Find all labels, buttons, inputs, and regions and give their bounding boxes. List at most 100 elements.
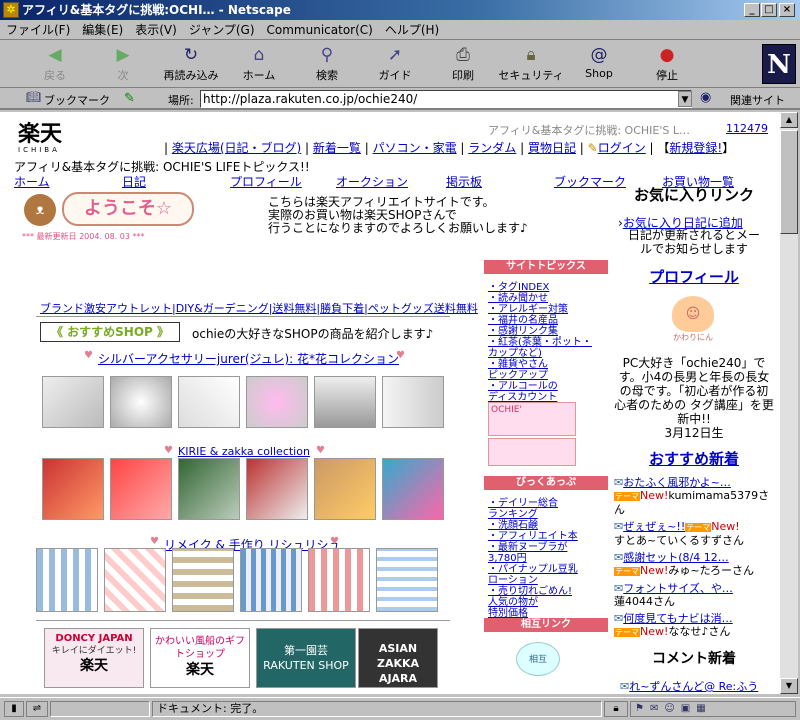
intro-text: こちらは楽天アフィリエイトサイトです。 実際のお買い物は楽天SHOPさんで 行う… — [268, 195, 528, 235]
welcome-bubble: ようこそ☆ — [62, 192, 194, 226]
page-proxy-icon[interactable]: ✎ — [124, 91, 135, 106]
menu-go[interactable]: ジャンプ(G) — [183, 20, 261, 40]
product-thumbnail[interactable] — [376, 548, 438, 612]
tab-auction[interactable]: オークション — [336, 173, 408, 190]
banner-balloon-gift[interactable]: かわいい風船のギフトショップ 楽天 — [150, 628, 250, 688]
scroll-up-button[interactable]: ▲ — [780, 112, 798, 128]
close-button[interactable]: × — [779, 3, 795, 17]
heart-icon: ♥ — [150, 536, 159, 547]
product-thumbnail[interactable] — [42, 376, 104, 428]
product-thumbnail[interactable] — [246, 376, 308, 428]
section-kirie-zakka[interactable]: KIRIE & zakka collection — [178, 445, 310, 458]
guide-button[interactable]: ➚ ガイド — [362, 45, 428, 85]
heart-icon: ♥ — [330, 536, 339, 547]
ochie-banner[interactable]: OCHIE' — [488, 402, 576, 436]
back-button[interactable]: ◀ 戻る — [22, 45, 88, 85]
recommend-shop-badge: 《 おすすめSHOP 》 — [40, 322, 180, 342]
heart-icon: ♥ — [84, 350, 93, 361]
product-thumbnail[interactable] — [110, 376, 172, 428]
netscape-app-icon[interactable]: ✲ — [3, 2, 19, 18]
nav-rakuten-hiroba[interactable]: 楽天広場(日記・ブログ) — [172, 141, 301, 155]
product-thumbnail[interactable] — [178, 376, 240, 428]
access-counter[interactable]: 112479 — [726, 122, 768, 135]
status-text: ドキュメント: 完了。 — [152, 701, 602, 717]
product-thumbnail[interactable] — [172, 548, 234, 612]
menu-edit[interactable]: 編集(E) — [76, 20, 129, 40]
banner-asian-zakka[interactable]: ASIAN ZAKKA AJARA — [358, 628, 438, 688]
new-entry-list: ✉おたふく風邪かよ~… テーマNew!kumimama5379さん ✉ぜぇぜぇ~… — [614, 476, 780, 639]
nav-random[interactable]: ランダム — [468, 141, 516, 155]
location-label: 場所: — [168, 94, 194, 107]
product-thumbnail[interactable] — [308, 548, 370, 612]
bookmark-icon[interactable]: 📖︎ — [26, 90, 41, 104]
window-title: アフィリ&基本タグに挑戦:OCHI… - Netscape — [22, 3, 291, 17]
nav-new-list[interactable]: 新着一覧 — [313, 141, 361, 155]
menu-view[interactable]: 表示(V) — [129, 20, 183, 40]
security-status-icon[interactable]: 🔒︎ — [604, 701, 628, 717]
related-sites-button[interactable]: 関連サイト — [730, 92, 785, 108]
page-content: 楽天 ICHIBA アフィリ&基本タグに挑戦: OCHIE'S L… 11247… — [0, 112, 780, 694]
menu-help[interactable]: ヘルプ(H) — [379, 20, 445, 40]
tab-home[interactable]: ホーム — [14, 173, 50, 190]
rakuten-logo[interactable]: 楽天 ICHIBA — [18, 122, 80, 156]
menu-communicator[interactable]: Communicator(C) — [261, 20, 379, 40]
related-sites-icon[interactable]: ◉ — [700, 90, 711, 105]
component-bar[interactable]: ⚑✉☺▣▦ — [630, 701, 796, 717]
navigation-toolbar: ◀ 戻る ▶ 次 ↻ 再読み込み ⌂ ホーム ⚲ 検索 ➚ ガイド ⎙ 印刷 🔒︎ セキュリティ… — [0, 41, 800, 88]
lock-icon: 🔒︎ — [526, 45, 536, 65]
minimize-button[interactable]: _ — [744, 3, 760, 17]
product-thumbnail[interactable] — [382, 376, 444, 428]
recommended-new-title[interactable]: おすすめ新着 — [620, 448, 768, 469]
scrollbar-thumb[interactable] — [780, 130, 798, 234]
url-dropdown-button[interactable]: ▼ — [678, 91, 692, 107]
stop-icon: ● — [659, 45, 675, 65]
product-thumbnail[interactable] — [42, 458, 104, 520]
banner-doncy-japan[interactable]: DONCY JAPAN キレイにダイエット! 楽天 — [44, 628, 144, 688]
ochie-banner-image[interactable] — [488, 438, 576, 466]
login-icon: ✎ — [587, 141, 598, 155]
shop-button[interactable]: @ Shop — [566, 45, 632, 85]
vertical-scrollbar[interactable]: ▲ ▼ — [780, 112, 798, 694]
product-thumbnail[interactable] — [314, 376, 376, 428]
section-silver-accessory[interactable]: シルバーアクセサリーjurer(ジュレ): 花*花コレクション — [98, 350, 399, 367]
nav-login[interactable]: ログイン — [598, 141, 646, 155]
progress-icon: ▮ — [4, 701, 24, 717]
tab-bookmark[interactable]: ブックマーク — [554, 173, 626, 190]
avatar[interactable]: ☺ — [672, 296, 714, 332]
pickup-header: びっくあっぷ — [484, 476, 608, 490]
nav-shopping-diary[interactable]: 買物日記 — [528, 141, 576, 155]
product-thumbnail[interactable] — [110, 458, 172, 520]
product-thumbnail[interactable] — [104, 548, 166, 612]
menu-file[interactable]: ファイル(F) — [0, 20, 76, 40]
banner-daiichi-engei[interactable]: 第一園芸 RAKUTEN SHOP — [256, 628, 356, 688]
home-button[interactable]: ⌂ ホーム — [226, 45, 292, 85]
bookmark-button[interactable]: ブックマーク — [44, 92, 110, 108]
shop-category-links[interactable]: ブランド激安アウトレット|DIY&ガーデニング|送料無料|勝負下着|ペットグッズ… — [40, 300, 478, 316]
print-button[interactable]: ⎙ 印刷 — [430, 45, 496, 85]
tab-profile[interactable]: プロフィール — [230, 173, 302, 190]
product-thumbnail[interactable] — [314, 458, 376, 520]
url-input[interactable]: http://plaza.rakuten.co.jp/ochie240/ — [200, 90, 692, 108]
reload-button[interactable]: ↻ 再読み込み — [158, 45, 224, 85]
nav-register[interactable]: 新規登録! — [669, 141, 722, 155]
product-thumbnail[interactable] — [382, 458, 444, 520]
site-topics-header: サイトトピックス — [484, 260, 608, 274]
product-thumbnail[interactable] — [240, 548, 302, 612]
search-button[interactable]: ⚲ 検索 — [294, 45, 360, 85]
product-thumbnail[interactable] — [178, 458, 240, 520]
forward-button[interactable]: ▶ 次 — [90, 45, 156, 85]
product-thumbnail[interactable] — [246, 458, 308, 520]
security-button[interactable]: 🔒︎ セキュリティ — [498, 45, 564, 85]
envelope-icon: ✉ — [614, 476, 624, 489]
maximize-button[interactable]: □ — [761, 3, 777, 17]
profile-title[interactable]: プロフィール — [620, 266, 768, 287]
window-title-bar[interactable]: ✲ アフィリ&基本タグに挑戦:OCHI… - Netscape _ □ × — [0, 0, 800, 20]
tab-bbs[interactable]: 掲示板 — [446, 173, 482, 190]
tab-diary[interactable]: 日記 — [122, 173, 146, 190]
scroll-down-button[interactable]: ▼ — [780, 678, 798, 694]
envelope-icon: ✉ — [614, 582, 624, 595]
stop-button[interactable]: ● 停止 — [634, 45, 700, 85]
nav-pc[interactable]: パソコン・家電 — [373, 141, 457, 155]
product-thumbnail[interactable] — [36, 548, 98, 612]
mutual-link-badge[interactable]: 相互 — [516, 642, 560, 676]
